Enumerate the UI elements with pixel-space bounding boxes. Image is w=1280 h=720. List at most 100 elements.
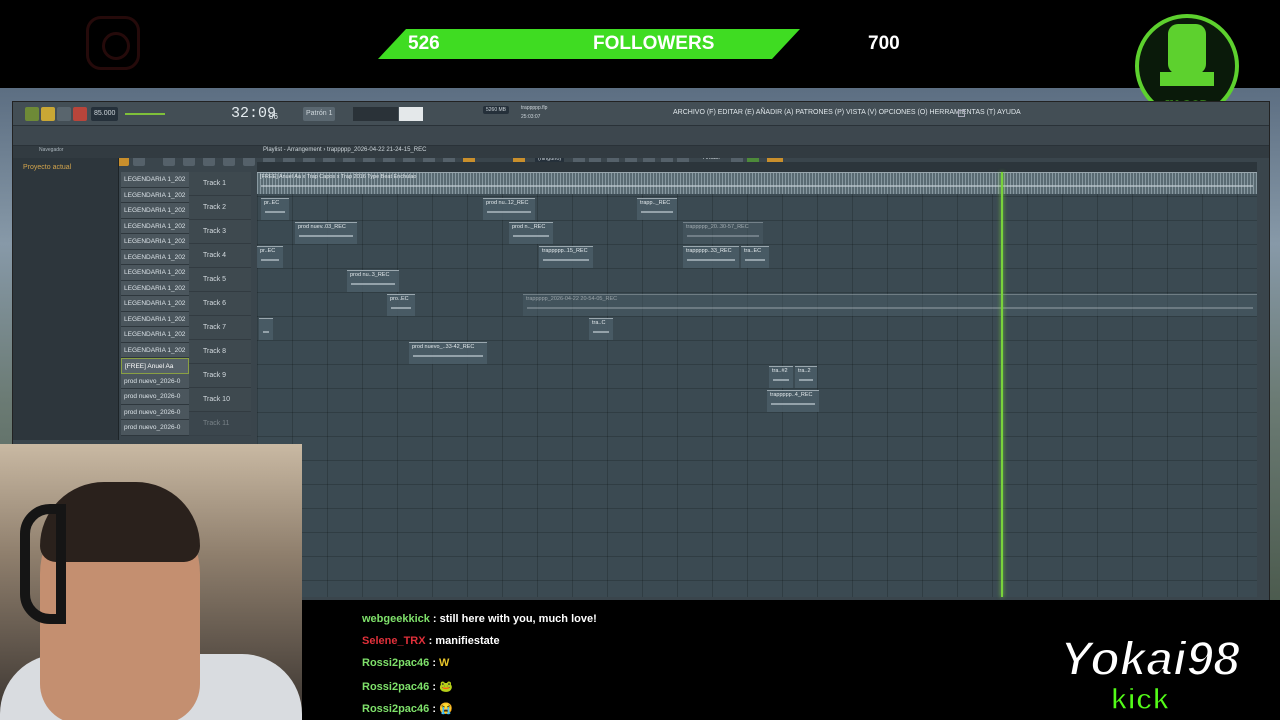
clip-list-item[interactable]: LEGENDARIA 1_202: [121, 234, 189, 250]
memory-readout: 5260 MB: [483, 106, 510, 114]
audio-clip[interactable]: [259, 318, 273, 340]
song-time-ticks: 06: [269, 112, 278, 121]
audio-clip[interactable]: prod nu..3_REC: [347, 270, 399, 292]
chat-username: Rossi2pac46: [362, 657, 430, 669]
master-volume-slider[interactable]: [125, 113, 165, 115]
clip-list: LEGENDARIA 1_202 LEGENDARIA 1_202 LEGEND…: [121, 172, 189, 436]
window-close-icon[interactable]: [958, 110, 965, 117]
clip-list-item[interactable]: LEGENDARIA 1_202: [121, 187, 189, 203]
chat-message: Rossi2pac46 : 😭: [362, 703, 453, 715]
audio-clip[interactable]: trappppp..4_REC: [767, 390, 819, 412]
chat-emote: 🐸: [439, 681, 453, 693]
audio-clip[interactable]: prod n.._REC: [509, 222, 553, 244]
audio-clip[interactable]: prod nuev..03_REC: [295, 222, 357, 244]
chat-message: Rossi2pac46 : W: [362, 657, 450, 669]
clip-list-item[interactable]: LEGENDARIA 1_202: [121, 172, 189, 188]
webcam-feed: [0, 444, 302, 720]
track-header[interactable]: Track 6: [189, 292, 251, 316]
chat-text: W: [439, 657, 450, 669]
audio-clip[interactable]: tra..#2: [769, 366, 793, 388]
audio-clip[interactable]: tra..EC: [741, 246, 769, 268]
clip-list-item[interactable]: LEGENDARIA 1_202: [121, 249, 189, 265]
chat-username: webgeekkick: [362, 613, 430, 625]
chat-text: manifiestate: [435, 635, 500, 647]
track-header[interactable]: Track 5: [189, 268, 251, 292]
browser-title: Navegador: [39, 147, 64, 153]
chat-username: Rossi2pac46: [362, 681, 430, 693]
playlist-title: Playlist - Arrangement › trappppp_2026-0…: [263, 147, 427, 153]
streamer-name: Yokai98: [1060, 633, 1240, 686]
play-icon[interactable]: [41, 107, 55, 121]
track-header[interactable]: Track 7: [189, 316, 251, 340]
instagram-icon: [86, 16, 140, 70]
playhead[interactable]: [1001, 172, 1003, 597]
pat-song-toggle[interactable]: [25, 107, 39, 121]
main-menu[interactable]: ARCHIVO (F) EDITAR (E) AÑADIR (A) PATRON…: [673, 109, 1021, 116]
audio-clip[interactable]: [FREE] Anuel Aa x Trap Capos x Trap 2016…: [257, 172, 1257, 194]
playlist-grid[interactable]: [FREE] Anuel Aa x Trap Capos x Trap 2016…: [257, 172, 1257, 597]
window-caption-bar: Playlist - Arrangement › trappppp_2026-0…: [13, 146, 1269, 158]
clip-list-item[interactable]: LEGENDARIA 1_202: [121, 280, 189, 296]
audio-clip[interactable]: trappppp_20..30-57_REC: [683, 222, 763, 244]
elapsed-time: 25:03:07: [521, 114, 541, 120]
clip-list-item[interactable]: LEGENDARIA 1_202: [121, 296, 189, 312]
audio-clip[interactable]: trapp.._REC: [637, 198, 677, 220]
audio-clip[interactable]: tra..C: [589, 318, 613, 340]
track-header[interactable]: Track 8: [189, 340, 251, 364]
followers-current: 526: [408, 33, 440, 54]
track-header[interactable]: Track 9: [189, 364, 251, 388]
cpu-meter: [399, 107, 423, 121]
clip-list-item-selected[interactable]: [FREE] Anuel Aa: [121, 358, 189, 374]
platform-name: kick: [1111, 683, 1170, 715]
track-header[interactable]: Track 1: [189, 172, 251, 196]
chat-message: Rossi2pac46 : 🐸: [362, 681, 453, 693]
clip-list-item[interactable]: prod nuevo_2026-0: [121, 373, 189, 389]
chat-message: webgeekkick : still here with you, much …: [362, 613, 597, 625]
pattern-selector[interactable]: Patrón 1: [303, 107, 336, 121]
track-header[interactable]: Track 3: [189, 220, 251, 244]
clip-list-item[interactable]: LEGENDARIA 1_202: [121, 327, 189, 343]
audio-clip[interactable]: trappppp..15_REC: [539, 246, 593, 268]
followers-label: FOLLOWERS: [593, 33, 715, 54]
browser-panel: Proyecto actual: [13, 158, 119, 440]
audio-clip[interactable]: pr..EC: [261, 198, 289, 220]
stop-icon[interactable]: [57, 107, 71, 121]
oscilloscope: [353, 107, 398, 121]
clip-list-item[interactable]: LEGENDARIA 1_202: [121, 203, 189, 219]
tool-toolbar: (ninguno) Añadir: [13, 126, 1269, 166]
audio-clip[interactable]: trappppp_2026-04-22 20-54-05_REC: [523, 294, 1257, 316]
clip-list-item[interactable]: prod nuevo_2026-0: [121, 420, 189, 436]
audio-clip[interactable]: pro..EC: [387, 294, 415, 316]
clip-list-item[interactable]: LEGENDARIA 1_202: [121, 311, 189, 327]
tempo-display[interactable]: 85.000: [91, 107, 119, 121]
track-header[interactable]: Track 10: [189, 388, 251, 412]
clip-list-item[interactable]: prod nuevo_2026-0: [121, 389, 189, 405]
followers-goal: 700: [868, 33, 900, 54]
clip-list-item[interactable]: LEGENDARIA 1_202: [121, 265, 189, 281]
record-icon[interactable]: [73, 107, 87, 121]
audio-clip[interactable]: prod nu..12_REC: [483, 198, 535, 220]
timeline-ruler[interactable]: [257, 162, 1257, 172]
clip-list-item[interactable]: LEGENDARIA 1_202: [121, 218, 189, 234]
chat-message: Selene_TRX : manifiestate: [362, 635, 500, 647]
yokai98-kick-logo: Yokai98 kick: [1059, 632, 1241, 715]
chat-emote: 😭: [439, 703, 453, 715]
audio-clip[interactable]: pr..EC: [257, 246, 283, 268]
audio-clip[interactable]: trappppp..33_REC: [683, 246, 739, 268]
stream-top-bar: 526 FOLLOWERS 700: [0, 0, 1280, 88]
follower-goal-bar: [378, 29, 800, 59]
transport-toolbar: 85.000 32:09 06 Patrón 1 5260 MB trapppp…: [13, 102, 1269, 126]
clip-list-item[interactable]: LEGENDARIA 1_202: [121, 342, 189, 358]
track-header[interactable]: Track 4: [189, 244, 251, 268]
clip-list-item[interactable]: prod nuevo_2026-0: [121, 404, 189, 420]
headphones-icon: [20, 504, 66, 624]
track-header[interactable]: Track 2: [189, 196, 251, 220]
file-name: trappppp.flp: [521, 105, 548, 111]
browser-item-current-project[interactable]: Proyecto actual: [13, 158, 118, 171]
audio-clip[interactable]: prod nuevo_..33-42_REC: [409, 342, 487, 364]
track-header[interactable]: Track 11: [189, 412, 251, 436]
track-headers: Track 1 Track 2 Track 3 Track 4 Track 5 …: [189, 172, 251, 436]
chat-text: still here with you, much love!: [439, 613, 597, 625]
chat-username: Rossi2pac46: [362, 703, 430, 715]
audio-clip[interactable]: tra..2: [795, 366, 817, 388]
